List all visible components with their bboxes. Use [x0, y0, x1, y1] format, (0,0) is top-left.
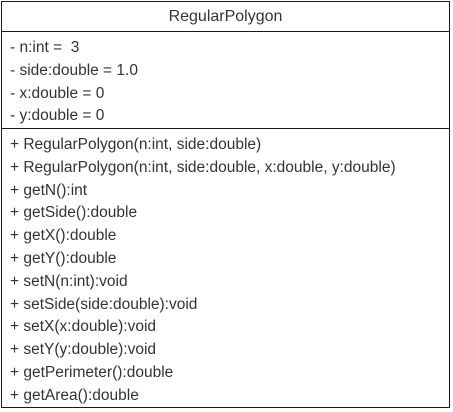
- method-get-x: + getX():double: [10, 227, 117, 245]
- attribute-n: - n:int = 3: [10, 39, 80, 56]
- attribute-side: - side:double = 1.0: [10, 61, 138, 79]
- methods-section: + RegularPolygon(n:int, side:double) + R…: [2, 129, 449, 408]
- method-get-area: + getArea():double: [10, 386, 139, 404]
- method-set-side: + setSide(side:double):void: [10, 295, 198, 313]
- method-constructor-2-args: + RegularPolygon(n:int, side:double): [10, 136, 262, 153]
- method-set-y: + setY(y:double):void: [10, 341, 157, 359]
- class-name-section: RegularPolygon: [2, 2, 449, 32]
- method-get-y: + getY():double: [10, 249, 117, 267]
- attribute-y: - y:double = 0: [10, 107, 105, 125]
- attribute-x: - x:double = 0: [10, 84, 105, 102]
- attributes-section: - n:int = 3 - side:double = 1.0 - x:doub…: [2, 32, 449, 129]
- method-get-side: + getSide():double: [10, 204, 138, 222]
- method-constructor-4-args: + RegularPolygon(n:int, side:double, x:d…: [10, 158, 396, 176]
- method-get-perimeter: + getPerimeter():double: [10, 363, 174, 381]
- class-name: RegularPolygon: [168, 7, 283, 25]
- method-set-n: + setN(n:int):void: [10, 272, 128, 290]
- method-get-n: + getN():int: [10, 181, 88, 199]
- method-set-x: + setX(x:double):void: [10, 318, 157, 336]
- uml-class-box: RegularPolygon - n:int = 3 - side:double…: [1, 1, 450, 408]
